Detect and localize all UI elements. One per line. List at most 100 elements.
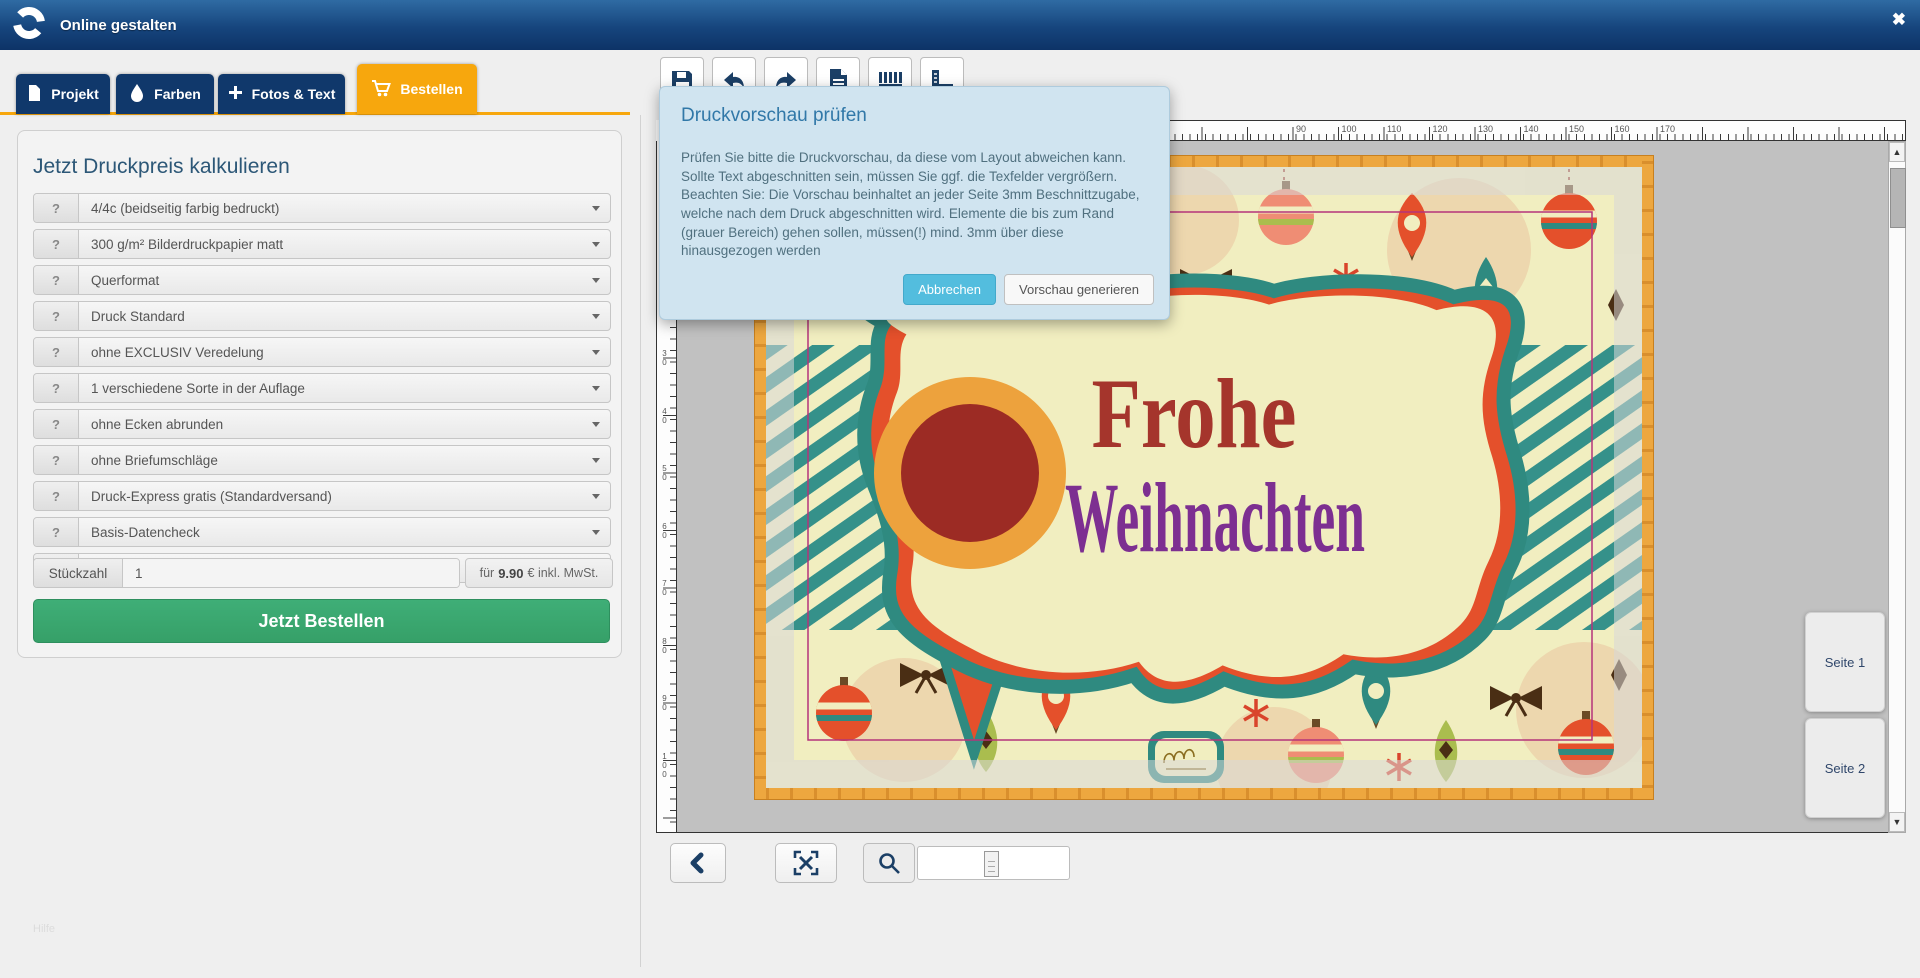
price-calculator-panel: Jetzt Druckpreis kalkulieren ?4/4c (beid… xyxy=(17,130,622,658)
option-dropdown[interactable]: ?Basis-Datencheck xyxy=(33,517,611,547)
generate-preview-button[interactable]: Vorschau generieren xyxy=(1004,274,1154,305)
tab-label: Farben xyxy=(154,86,201,102)
ruler-number: 100 xyxy=(660,752,669,779)
page-button-1[interactable]: Seite 1 xyxy=(1805,612,1885,712)
ruler-number: 30 xyxy=(660,349,669,367)
ruler-number: 90 xyxy=(1296,124,1306,134)
help-button[interactable]: ? xyxy=(34,230,79,258)
ruler-number: 80 xyxy=(660,637,669,655)
option-value: Querformat xyxy=(79,273,159,288)
ruler-number: 110 xyxy=(1387,124,1401,134)
chevron-down-icon xyxy=(592,350,600,355)
chevron-down-icon xyxy=(592,314,600,319)
option-value: ohne EXCLUSIV Veredelung xyxy=(79,345,264,360)
price-display: für 9.90 € inkl. MwSt. xyxy=(465,558,613,588)
fit-screen-button[interactable] xyxy=(775,843,837,883)
option-dropdown[interactable]: ?Querformat xyxy=(33,265,611,295)
option-value: Basis-Datencheck xyxy=(79,525,200,540)
card-text-line2[interactable]: Weihnachten xyxy=(1065,462,1365,573)
help-button[interactable]: ? xyxy=(34,410,79,438)
page-button-2[interactable]: Seite 2 xyxy=(1805,718,1885,818)
option-value: 300 g/m² Bilderdruckpapier matt xyxy=(79,237,283,252)
scroll-down-icon[interactable]: ▼ xyxy=(1889,812,1905,832)
tab-label: Projekt xyxy=(51,86,98,102)
quantity-box: Stückzahl xyxy=(33,558,460,588)
chevron-down-icon xyxy=(592,530,600,535)
ruler-number: 140 xyxy=(1524,124,1539,134)
cancel-button[interactable]: Abbrechen xyxy=(903,274,996,305)
ruler-number: 170 xyxy=(1660,124,1675,134)
option-value: ohne Briefumschläge xyxy=(79,453,218,468)
price-suffix: € inkl. MwSt. xyxy=(528,566,599,580)
ruler-number: 40 xyxy=(660,407,669,425)
vertical-scrollbar[interactable]: ▲ ▼ xyxy=(1888,141,1906,833)
ruler-number: 160 xyxy=(1615,124,1630,134)
help-button[interactable]: ? xyxy=(34,338,79,366)
chevron-down-icon xyxy=(592,242,600,247)
help-button[interactable]: ? xyxy=(34,518,79,546)
option-dropdown[interactable]: ?300 g/m² Bilderdruckpapier matt xyxy=(33,229,611,259)
option-dropdown[interactable]: ?ohne EXCLUSIV Veredelung xyxy=(33,337,611,367)
app-title: Online gestalten xyxy=(60,17,177,34)
help-button[interactable]: ? xyxy=(34,302,79,330)
ruler-number: 130 xyxy=(1478,124,1493,134)
tab-fotos-text[interactable]: Fotos & Text xyxy=(218,74,345,114)
help-button[interactable]: ? xyxy=(34,194,79,222)
dialog-text-1: Prüfen Sie bitte die Druckvorschau, da d… xyxy=(681,149,1148,186)
ruler-number: 90 xyxy=(660,694,669,712)
zoom-slider-thumb[interactable] xyxy=(984,851,999,877)
ruler-number: 60 xyxy=(660,522,669,540)
help-button[interactable]: ? xyxy=(34,446,79,474)
ruler-number: 70 xyxy=(660,579,669,597)
order-button[interactable]: Jetzt Bestellen xyxy=(33,599,610,643)
option-value: 4/4c (beidseitig farbig bedruckt) xyxy=(79,201,279,216)
help-button[interactable]: ? xyxy=(34,374,79,402)
option-dropdown[interactable]: ?Druck Standard xyxy=(33,301,611,331)
app-logo-icon xyxy=(12,6,46,45)
quantity-input[interactable] xyxy=(123,559,459,587)
tab-bestellen[interactable]: Bestellen xyxy=(357,64,477,114)
tab-farben[interactable]: Farben xyxy=(116,74,214,114)
ruler-number: 100 xyxy=(1342,124,1357,134)
chevron-down-icon xyxy=(592,206,600,211)
option-value: ohne Ecken abrunden xyxy=(79,417,223,432)
panel-title: Jetzt Druckpreis kalkulieren xyxy=(33,155,621,179)
option-dropdown[interactable]: ?1 verschiedene Sorte in der Auflage xyxy=(33,373,611,403)
quantity-label: Stückzahl xyxy=(34,559,123,587)
zoom-button[interactable] xyxy=(863,843,915,883)
back-button[interactable] xyxy=(670,843,726,883)
option-dropdown[interactable]: ?ohne Briefumschläge xyxy=(33,445,611,475)
help-button[interactable]: ? xyxy=(34,266,79,294)
close-icon[interactable]: ✖ xyxy=(1892,10,1906,30)
option-value: Druck Standard xyxy=(79,309,185,324)
scroll-up-icon[interactable]: ▲ xyxy=(1889,142,1905,162)
help-button[interactable]: ? xyxy=(34,482,79,510)
chevron-down-icon xyxy=(592,458,600,463)
option-dropdown[interactable]: ?ohne Ecken abrunden xyxy=(33,409,611,439)
option-dropdown[interactable]: ?Druck-Express gratis (Standardversand) xyxy=(33,481,611,511)
price-value: 9.90 xyxy=(498,566,523,581)
dialog-title: Druckvorschau prüfen xyxy=(681,105,1148,127)
chevron-down-icon xyxy=(592,278,600,283)
chevron-down-icon xyxy=(592,494,600,499)
tab-label: Fotos & Text xyxy=(252,86,336,102)
dialog-text-2: Beachten Sie: Die Vorschau beinhaltet an… xyxy=(681,186,1148,261)
scrollbar-thumb[interactable] xyxy=(1890,168,1906,228)
print-preview-dialog: Druckvorschau prüfen Prüfen Sie bitte di… xyxy=(659,86,1170,320)
zoom-slider[interactable] xyxy=(917,846,1070,880)
tab-label: Bestellen xyxy=(400,81,462,97)
fit-screen-icon xyxy=(792,849,820,877)
plus-icon xyxy=(228,85,243,103)
ruler-number: 150 xyxy=(1569,124,1584,134)
document-icon xyxy=(27,84,42,105)
chevron-left-icon xyxy=(687,851,709,875)
option-dropdown[interactable]: ?4/4c (beidseitig farbig bedruckt) xyxy=(33,193,611,223)
ruler-number: 120 xyxy=(1433,124,1448,134)
ruler-number: 50 xyxy=(660,464,669,482)
option-value: Druck-Express gratis (Standardversand) xyxy=(79,489,332,504)
quantity-row: Stückzahl für 9.90 € inkl. MwSt. xyxy=(33,558,613,588)
help-hint: Hilfe xyxy=(33,923,55,935)
chevron-down-icon xyxy=(592,422,600,427)
tab-projekt[interactable]: Projekt xyxy=(16,74,110,114)
card-text-line1[interactable]: Frohe xyxy=(1092,358,1297,469)
